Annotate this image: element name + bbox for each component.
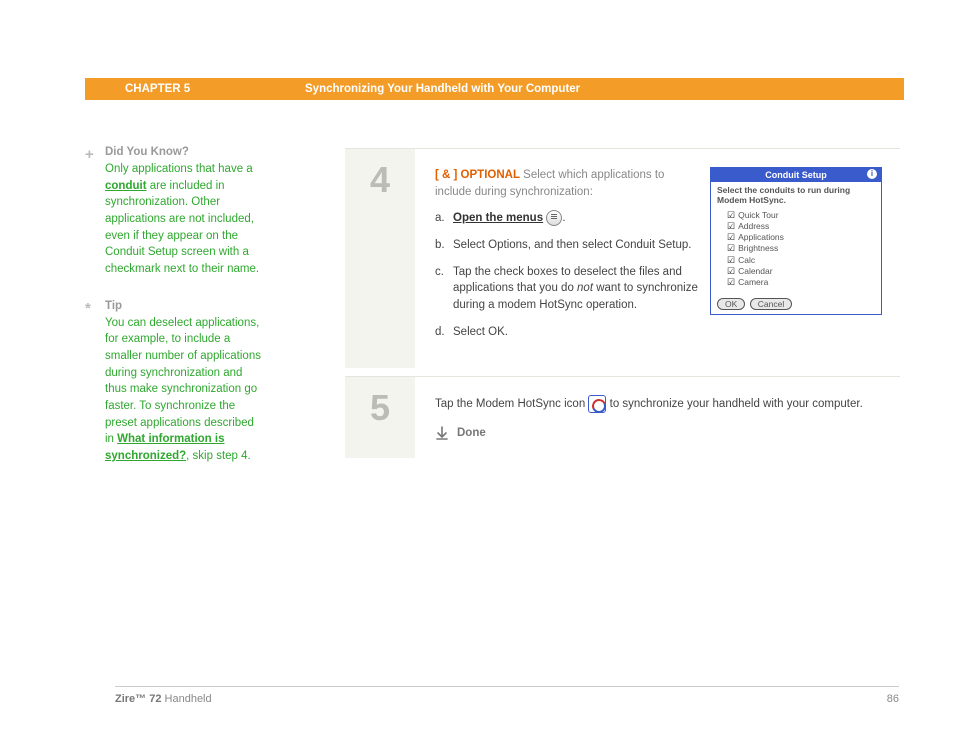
sub-c-body: Tap the check boxes to deselect the file…: [453, 264, 700, 314]
done-label: Done: [457, 427, 486, 439]
optional-tag: [ & ] OPTIONAL: [435, 169, 520, 181]
menu-icon: [546, 210, 562, 226]
palm-message: Select the conduits to run during Modem …: [717, 186, 875, 206]
sub-c-letter: c.: [435, 264, 453, 314]
palm-dialog-title: Conduit Setup i: [711, 168, 881, 182]
page-number: 86: [887, 693, 899, 705]
palm-title-text: Conduit Setup: [765, 170, 827, 180]
tip-body: You can deselect applications, for examp…: [105, 315, 265, 465]
palm-dialog-body: Select the conduits to run during Modem …: [711, 182, 881, 294]
asterisk-icon: *: [85, 300, 91, 317]
step-4-sublist: a. Open the menus . b. Select Options, a…: [435, 210, 700, 340]
palm-cancel-button[interactable]: Cancel: [750, 298, 792, 310]
check-calendar[interactable]: Calendar: [727, 266, 875, 277]
chapter-title: Synchronizing Your Handheld with Your Co…: [305, 83, 580, 95]
tip-text-pre: You can deselect applications, for examp…: [105, 317, 261, 446]
did-you-know-block: + Did You Know? Only applications that h…: [105, 146, 265, 278]
chapter-header: CHAPTER 5 Synchronizing Your Handheld wi…: [85, 78, 904, 100]
sub-b: b. Select Options, and then select Condu…: [435, 237, 700, 254]
sub-a-body: Open the menus .: [453, 210, 700, 227]
step-number: 4: [345, 159, 415, 201]
tip-title: Tip: [105, 300, 265, 312]
dyk-text-post: are included in synchronization. Other a…: [105, 180, 259, 275]
page-footer: Zire™ 72 Handheld 86: [115, 686, 899, 705]
did-you-know-body: Only applications that have a conduit ar…: [105, 161, 265, 278]
sub-c: c. Tap the check boxes to deselect the f…: [435, 264, 700, 314]
sub-b-body: Select Options, and then select Conduit …: [453, 237, 700, 254]
steps-panel: 4 [ & ] OPTIONAL Select which applicatio…: [345, 148, 900, 466]
check-calc[interactable]: Calc: [727, 255, 875, 266]
did-you-know-title: Did You Know?: [105, 146, 265, 158]
check-applications[interactable]: Applications: [727, 232, 875, 243]
open-menus-link[interactable]: Open the menus: [453, 212, 543, 224]
step-5: 5 Tap the Modem HotSync icon to synchron…: [345, 376, 900, 457]
chapter-label: CHAPTER 5: [125, 83, 305, 95]
step-number-cell: 4: [345, 149, 415, 368]
step-5-pre: Tap the Modem HotSync icon: [435, 398, 588, 410]
done-arrow-icon: [435, 426, 449, 440]
tip-text-post: , skip step 4.: [186, 450, 251, 462]
done-row: Done: [435, 426, 882, 440]
hotsync-icon: [588, 395, 606, 413]
tip-block: * Tip You can deselect applications, for…: [105, 300, 265, 465]
check-address[interactable]: Address: [727, 221, 875, 232]
sub-b-letter: b.: [435, 237, 453, 254]
palm-ok-button[interactable]: OK: [717, 298, 745, 310]
step-4-text: [ & ] OPTIONAL Select which applications…: [435, 167, 700, 350]
product-bold: Zire™ 72: [115, 693, 161, 705]
sub-d-body: Select OK.: [453, 324, 700, 341]
step-number-cell: 5: [345, 377, 415, 457]
check-quick-tour[interactable]: Quick Tour: [727, 210, 875, 221]
dyk-text-pre: Only applications that have a: [105, 163, 253, 175]
sub-a-letter: a.: [435, 210, 453, 227]
sub-a: a. Open the menus .: [435, 210, 700, 227]
check-camera[interactable]: Camera: [727, 277, 875, 288]
sub-d-letter: d.: [435, 324, 453, 341]
product-name: Zire™ 72 Handheld: [115, 693, 212, 705]
sub-c-not: not: [577, 282, 593, 294]
step-number: 5: [345, 387, 415, 429]
conduit-setup-screenshot: Conduit Setup i Select the conduits to r…: [710, 167, 882, 350]
step-4-content: [ & ] OPTIONAL Select which applications…: [415, 149, 900, 368]
sub-d: d. Select OK.: [435, 324, 700, 341]
palm-dialog: Conduit Setup i Select the conduits to r…: [710, 167, 882, 315]
sub-a-post: .: [562, 212, 565, 224]
step-4: 4 [ & ] OPTIONAL Select which applicatio…: [345, 148, 900, 368]
conduit-link[interactable]: conduit: [105, 180, 147, 192]
palm-buttons: OK Cancel: [711, 298, 881, 314]
info-icon: i: [867, 169, 877, 179]
check-brightness[interactable]: Brightness: [727, 243, 875, 254]
product-rest: Handheld: [161, 693, 211, 705]
step-5-content: Tap the Modem HotSync icon to synchroniz…: [415, 377, 900, 457]
step-5-post: to synchronize your handheld with your c…: [610, 398, 863, 410]
step-5-text: Tap the Modem HotSync icon to synchroniz…: [435, 395, 882, 413]
plus-icon: +: [85, 146, 94, 163]
sidebar: + Did You Know? Only applications that h…: [105, 146, 265, 487]
palm-checklist: Quick Tour Address Applications Brightne…: [717, 210, 875, 289]
